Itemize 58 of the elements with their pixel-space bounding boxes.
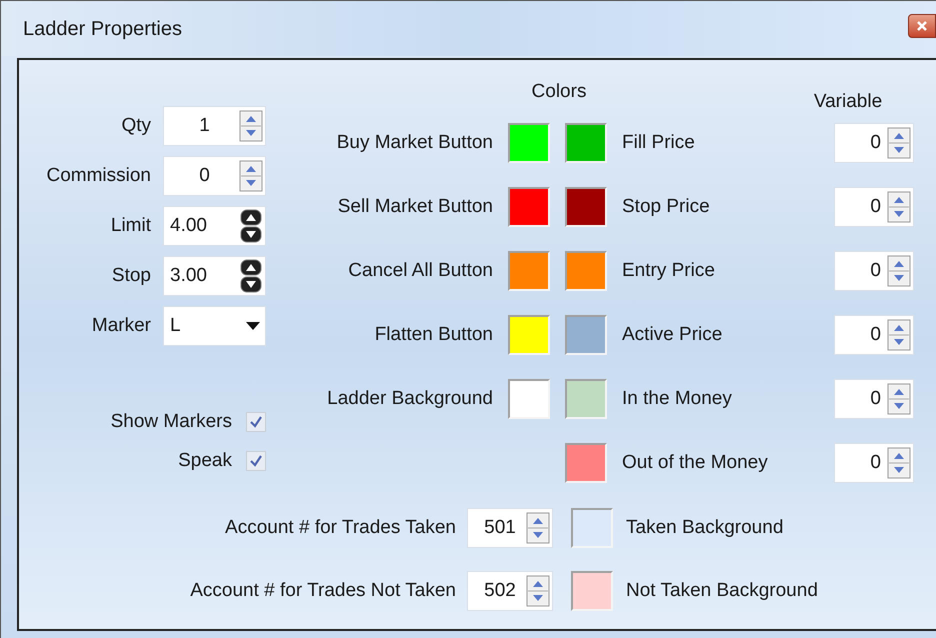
number-field[interactable]: 0 — [834, 315, 914, 355]
color-swatch[interactable] — [508, 187, 550, 227]
close-icon — [916, 20, 928, 32]
column-heading: Colors — [530, 80, 588, 104]
color-label: Ladder Background — [326, 386, 493, 411]
number-field[interactable]: 4.00 — [163, 206, 266, 246]
number-field[interactable]: 502 — [467, 571, 553, 611]
color-swatch[interactable] — [565, 187, 607, 227]
color-swatch[interactable] — [508, 123, 550, 163]
color-label: Entry Price — [622, 258, 716, 283]
caret-icon — [246, 322, 260, 330]
checkbox-label: Speak — [178, 448, 232, 472]
number-field[interactable]: 0 — [834, 443, 914, 483]
color-label: In the Money — [622, 386, 733, 411]
field-label: Account # for Trades Not Taken — [189, 578, 456, 603]
dropdown-field[interactable]: L — [163, 306, 266, 346]
number-field[interactable]: 501 — [467, 508, 553, 548]
spin-button[interactable] — [239, 259, 263, 293]
color-label: Sell Market Button — [336, 194, 493, 219]
color-swatch[interactable] — [565, 379, 607, 419]
number-field[interactable]: 3.00 — [163, 256, 266, 296]
close-button[interactable] — [908, 14, 936, 38]
color-swatch[interactable] — [565, 315, 607, 355]
color-swatch[interactable] — [508, 315, 550, 355]
number-field[interactable]: 0 — [163, 156, 266, 196]
checkbox-label: Show Markers — [110, 410, 232, 434]
color-swatch[interactable] — [571, 508, 613, 548]
checkbox[interactable] — [246, 412, 266, 432]
color-swatch[interactable] — [571, 571, 613, 611]
number-field[interactable]: 0 — [834, 187, 914, 227]
field-label: Limit — [110, 214, 151, 238]
color-label: Buy Market Button — [336, 130, 493, 155]
color-swatch[interactable] — [565, 251, 607, 291]
spin-button[interactable] — [239, 209, 263, 243]
number-field[interactable]: 1 — [163, 106, 266, 146]
color-label: Not Taken Background — [626, 578, 818, 603]
field-label: Commission — [45, 164, 151, 188]
color-swatch[interactable] — [565, 443, 607, 483]
checkbox[interactable] — [246, 450, 266, 471]
color-swatch[interactable] — [508, 379, 550, 419]
field-label: Qty — [120, 114, 151, 138]
color-label: Stop Price — [622, 194, 711, 219]
field-label: Stop — [110, 264, 151, 288]
field-label: Account # for Trades Taken — [224, 516, 456, 540]
color-label: Active Price — [622, 322, 724, 347]
color-label: Flatten Button — [374, 322, 493, 347]
color-label: Out of the Money — [622, 450, 769, 475]
color-label: Fill Price — [622, 130, 696, 155]
color-swatch[interactable] — [508, 251, 550, 291]
number-field[interactable]: 0 — [834, 379, 914, 419]
color-swatch[interactable] — [565, 123, 607, 163]
number-field[interactable]: 0 — [834, 123, 914, 163]
color-label: Cancel All Button — [347, 258, 493, 283]
number-field[interactable]: 0 — [834, 251, 914, 291]
color-label: Taken Background — [626, 516, 784, 540]
field-label: Marker — [90, 314, 151, 338]
column-heading: Variable — [812, 90, 884, 114]
window-title: Ladder Properties — [23, 16, 182, 42]
